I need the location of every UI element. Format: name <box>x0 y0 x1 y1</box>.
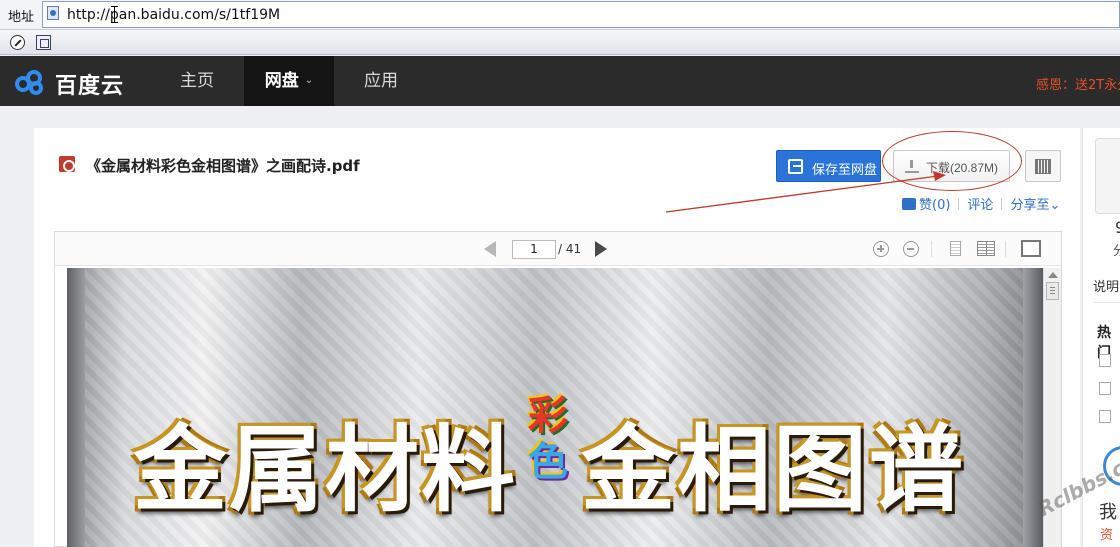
single-page-icon[interactable] <box>950 241 961 256</box>
share-label: 分享至 <box>1010 198 1050 213</box>
document-icon[interactable] <box>1099 382 1111 395</box>
file-actions: 赞(0) 评论 分享至⌄ <box>902 194 1060 213</box>
document-icon[interactable] <box>1099 410 1111 423</box>
document-page: 金属材料彩色金相图谱 <box>67 268 1043 547</box>
page-edge <box>67 268 85 547</box>
download-icon <box>905 160 919 174</box>
url-field[interactable]: http://pan.baidu.com/s/1tf19M <box>42 1 1120 28</box>
divider <box>958 198 960 210</box>
cloud-logo-icon <box>15 70 43 95</box>
like-link[interactable]: 赞(0) <box>902 198 950 213</box>
description-label: 说明 <box>1093 280 1120 295</box>
chevron-down-icon: ⌄ <box>1049 198 1061 213</box>
compass-icon[interactable] <box>10 35 25 50</box>
zoom-in-icon[interactable] <box>873 241 889 257</box>
nav-item-apps[interactable]: 应用 <box>344 56 418 106</box>
cover-title-part1: 金属材料 <box>133 416 518 525</box>
avatar[interactable] <box>1095 138 1120 214</box>
thumbs-up-icon <box>902 198 916 210</box>
resource-label: 资源 <box>1100 528 1114 543</box>
share-count: 9 <box>1115 218 1120 237</box>
scroll-up-icon[interactable] <box>1048 272 1058 278</box>
logo-text: 百度云 <box>55 74 125 99</box>
save-label: 保存至网盘 <box>812 162 878 177</box>
divider <box>1001 198 1003 210</box>
page-mode-icon[interactable] <box>36 35 51 50</box>
download-button[interactable]: 下载(20.87M) <box>893 150 1010 182</box>
promo-link[interactable]: 感恩：送2T永久 <box>1036 74 1120 93</box>
divider <box>931 241 932 257</box>
browser-toolbar <box>0 30 1120 55</box>
save-icon <box>788 159 803 174</box>
file-name: 《金属材料彩色金相图谱》之画配诗.pdf <box>86 157 360 175</box>
nav-item-pan[interactable]: 网盘 ⌄ <box>244 56 334 106</box>
download-label: 下载(20.87M) <box>926 161 999 175</box>
comment-link[interactable]: 评论 <box>967 198 993 213</box>
save-to-pan-button[interactable]: 保存至网盘 <box>776 150 881 182</box>
next-page-icon[interactable] <box>595 241 607 257</box>
share-label: 分 <box>1113 244 1120 259</box>
page-icon <box>47 6 59 20</box>
page-total: / 41 <box>558 242 582 256</box>
divider <box>1005 241 1006 257</box>
cover-color-bottom: 色 <box>528 439 571 485</box>
nav-item-pan-label: 网盘 <box>264 71 299 91</box>
double-page-icon[interactable] <box>977 241 995 256</box>
document-icon[interactable] <box>1099 354 1111 367</box>
page-number-input[interactable]: 1 <box>512 240 556 259</box>
cover-title: 金属材料彩色金相图谱 <box>133 394 965 530</box>
pdf-file-icon <box>59 156 75 172</box>
text-cursor-icon <box>111 6 118 23</box>
cover-color-top: 彩 <box>528 393 571 439</box>
viewer-toolbar: 1 / 41 <box>55 232 1061 266</box>
cover-color-label: 彩色 <box>523 394 575 490</box>
cover-title-part2: 金相图谱 <box>581 416 966 525</box>
top-nav: 百度云 主页 网盘 ⌄ 应用 感恩：送2T永久 <box>0 56 1120 106</box>
scroll-thumb[interactable] <box>1046 282 1059 300</box>
zoom-out-icon[interactable] <box>903 241 919 257</box>
chevron-down-icon: ⌄ <box>304 75 314 86</box>
pdf-viewer: 1 / 41 金属材料彩色金相图谱 <box>54 231 1062 547</box>
prev-page-icon[interactable] <box>484 241 496 257</box>
like-label: 赞(0) <box>919 198 951 213</box>
me-label: 我 <box>1099 502 1117 523</box>
fullscreen-icon[interactable] <box>1021 240 1041 257</box>
address-label: 地址 <box>8 10 35 25</box>
qr-code-button[interactable] <box>1025 150 1061 182</box>
address-bar: 地址 http://pan.baidu.com/s/1tf19M <box>0 0 1120 30</box>
nav-item-home[interactable]: 主页 <box>160 56 234 106</box>
divider <box>1093 302 1120 303</box>
url-text[interactable]: http://pan.baidu.com/s/1tf19M <box>67 7 280 23</box>
share-link[interactable]: 分享至⌄ <box>1010 198 1060 213</box>
